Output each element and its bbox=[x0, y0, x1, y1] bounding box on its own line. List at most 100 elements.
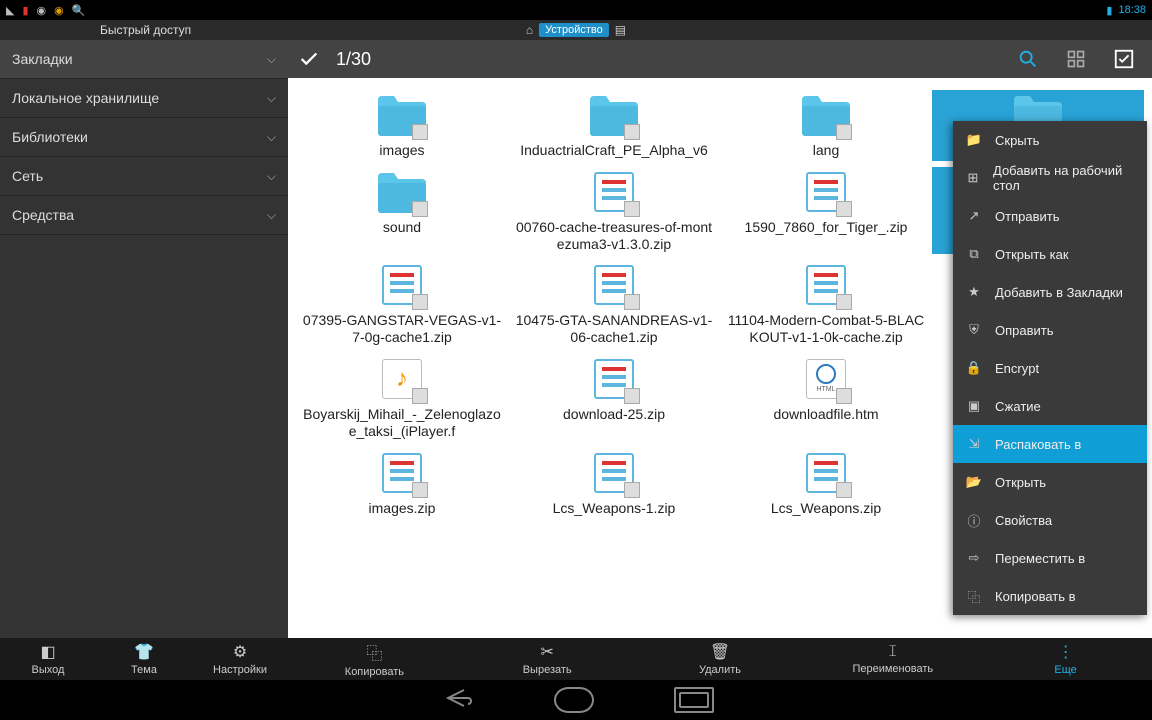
compress-icon: ▣ bbox=[965, 397, 983, 415]
ctx-star[interactable]: ★Добавить в Закладки bbox=[953, 273, 1147, 311]
ctx-folder-open[interactable]: 📂Открыть bbox=[953, 463, 1147, 501]
file-item[interactable]: ♪Boyarskij_Mihail_-_Zelenoglazoe_taksi_(… bbox=[296, 354, 508, 442]
sidebar: Закладки⌵ Локальное хранилище⌵ Библиотек… bbox=[0, 40, 288, 638]
exit-icon: ◧ bbox=[40, 642, 55, 662]
open-ext-icon: ⧉ bbox=[965, 245, 983, 263]
nav-home-button[interactable] bbox=[554, 687, 594, 713]
file-item[interactable]: 00760-cache-treasures-of-montezuma3-v1.3… bbox=[508, 167, 720, 255]
card-icon[interactable]: ▤ bbox=[615, 23, 626, 37]
ctx-folder[interactable]: 📁Скрыть bbox=[953, 121, 1147, 159]
ctx-info[interactable]: ⓘСвойства bbox=[953, 501, 1147, 539]
ctx-copy-to[interactable]: ⿻Копировать в bbox=[953, 577, 1147, 615]
copy-icon: ⿻ bbox=[366, 640, 382, 664]
bottom-exit-button[interactable]: ◧Выход bbox=[0, 638, 96, 680]
android-nav-bar bbox=[0, 680, 1152, 720]
chevron-down-icon: ⌵ bbox=[267, 91, 276, 106]
file-item[interactable]: HTMLdownloadfile.htm bbox=[720, 354, 932, 442]
file-item[interactable]: 07395-GANGSTAR-VEGAS-v1-7-0g-cache1.zip bbox=[296, 260, 508, 348]
nav-back-button[interactable] bbox=[438, 686, 474, 715]
file-label: 1590_7860_for_Tiger_.zip bbox=[745, 219, 908, 236]
file-item[interactable]: 10475-GTA-SANANDREAS-v1-06-cache1.zip bbox=[508, 260, 720, 348]
cut-icon: ✂ bbox=[540, 642, 553, 662]
bottom-toolbar: ◧Выход👕Тема⚙Настройки ⿻Копировать✂Выреза… bbox=[0, 638, 1152, 680]
nav-recent-button[interactable] bbox=[674, 687, 714, 713]
ctx-shield[interactable]: ⛨Оправить bbox=[953, 311, 1147, 349]
ctx-lock[interactable]: 🔒Encrypt bbox=[953, 349, 1147, 387]
share-icon: ↗ bbox=[965, 207, 983, 225]
bottom-copy-button[interactable]: ⿻Копировать bbox=[288, 638, 461, 680]
file-label: InduactrialCraft_PE_Alpha_v6 bbox=[520, 142, 708, 159]
chevron-down-icon: ⌵ bbox=[267, 208, 276, 223]
folder-icon: 📁 bbox=[965, 131, 983, 149]
file-label: images.zip bbox=[369, 500, 436, 517]
file-label: sound bbox=[383, 219, 421, 236]
ctx-compress[interactable]: ▣Сжатие bbox=[953, 387, 1147, 425]
chevron-down-icon: ⌵ bbox=[267, 52, 276, 67]
bottom-dots-button[interactable]: ⋮Еще bbox=[979, 638, 1152, 680]
file-label: Boyarskij_Mihail_-_Zelenoglazoe_taksi_(i… bbox=[302, 406, 502, 440]
file-item[interactable]: images bbox=[296, 90, 508, 161]
file-label: downloadfile.htm bbox=[773, 406, 878, 423]
search-icon: 🔍 bbox=[72, 4, 86, 17]
bottom-theme-button[interactable]: 👕Тема bbox=[96, 638, 192, 680]
home-icon[interactable]: ⌂ bbox=[526, 23, 533, 37]
select-all-icon[interactable] bbox=[1112, 47, 1136, 71]
file-label: 11104-Modern-Combat-5-BLACKOUT-v1-1-0k-c… bbox=[726, 312, 926, 346]
file-label: 07395-GANGSTAR-VEGAS-v1-7-0g-cache1.zip bbox=[302, 312, 502, 346]
file-item[interactable]: images.zip bbox=[296, 448, 508, 519]
android-status-bar: ◣ ▮ ◉ ◉ 🔍 ▮ 18:38 bbox=[0, 0, 1152, 20]
bottom-cut-button[interactable]: ✂Вырезать bbox=[461, 638, 634, 680]
file-label: 10475-GTA-SANANDREAS-v1-06-cache1.zip bbox=[514, 312, 714, 346]
done-icon[interactable] bbox=[296, 46, 322, 72]
info-icon: ⓘ bbox=[965, 511, 983, 529]
copy-to-icon: ⿻ bbox=[965, 587, 983, 605]
ctx-move[interactable]: ⇨Переместить в bbox=[953, 539, 1147, 577]
extract-icon: ⇲ bbox=[965, 435, 983, 453]
file-label: lang bbox=[813, 142, 839, 159]
ctx-open-ext[interactable]: ⧉Открыть как bbox=[953, 235, 1147, 273]
ctx-share[interactable]: ↗Отправить bbox=[953, 197, 1147, 235]
context-menu: 📁Скрыть⊞Добавить на рабочий стол↗Отправи… bbox=[953, 121, 1147, 615]
sidebar-item-local[interactable]: Локальное хранилище⌵ bbox=[0, 79, 288, 118]
sidebar-item-tools[interactable]: Средства⌵ bbox=[0, 196, 288, 235]
file-label: 00760-cache-treasures-of-montezuma3-v1.3… bbox=[514, 219, 714, 253]
file-item[interactable]: lang bbox=[720, 90, 932, 161]
ctx-plus-box[interactable]: ⊞Добавить на рабочий стол bbox=[953, 159, 1147, 197]
view-icon[interactable] bbox=[1064, 47, 1088, 71]
cursor-icon: 𝙸 bbox=[887, 643, 898, 661]
chevron-down-icon: ⌵ bbox=[267, 130, 276, 145]
selection-counter: 1/30 bbox=[336, 49, 371, 70]
file-item[interactable]: 11104-Modern-Combat-5-BLACKOUT-v1-1-0k-c… bbox=[720, 260, 932, 348]
quick-access-bar: Быстрый доступ ⌂ Устройство ▤ bbox=[0, 20, 1152, 40]
file-label: Lcs_Weapons-1.zip bbox=[553, 500, 676, 517]
file-item[interactable]: InduactrialCraft_PE_Alpha_v6 bbox=[508, 90, 720, 161]
sidebar-item-libraries[interactable]: Библиотеки⌵ bbox=[0, 118, 288, 157]
theme-icon: 👕 bbox=[134, 642, 154, 662]
camera-icon-2: ◉ bbox=[54, 4, 64, 17]
file-item[interactable]: Lcs_Weapons.zip bbox=[720, 448, 932, 519]
location-badge[interactable]: Устройство bbox=[539, 23, 609, 37]
signal-icon: ▮ bbox=[1106, 4, 1112, 17]
status-icon: ◣ bbox=[6, 4, 14, 17]
camera-icon: ◉ bbox=[37, 4, 47, 17]
dots-icon: ⋮ bbox=[1058, 642, 1074, 662]
file-item[interactable]: download-25.zip bbox=[508, 354, 720, 442]
bottom-trash-button[interactable]: 🗑Удалить bbox=[634, 638, 807, 680]
bottom-gear-button[interactable]: ⚙Настройки bbox=[192, 638, 288, 680]
battery-icon: ▮ bbox=[22, 4, 28, 17]
sidebar-item-bookmarks[interactable]: Закладки⌵ bbox=[0, 40, 288, 79]
gear-icon: ⚙ bbox=[233, 642, 247, 662]
chevron-down-icon: ⌵ bbox=[267, 169, 276, 184]
file-item[interactable]: Lcs_Weapons-1.zip bbox=[508, 448, 720, 519]
file-item[interactable]: sound bbox=[296, 167, 508, 255]
trash-icon: 🗑 bbox=[710, 642, 730, 662]
ctx-extract[interactable]: ⇲Распаковать в bbox=[953, 425, 1147, 463]
lock-icon: 🔒 bbox=[965, 359, 983, 377]
bottom-cursor-button[interactable]: 𝙸Переименовать bbox=[806, 638, 979, 680]
search-icon[interactable] bbox=[1016, 47, 1040, 71]
file-label: images bbox=[379, 142, 424, 159]
folder-open-icon: 📂 bbox=[965, 473, 983, 491]
file-item[interactable]: 1590_7860_for_Tiger_.zip bbox=[720, 167, 932, 255]
sidebar-item-network[interactable]: Сеть⌵ bbox=[0, 157, 288, 196]
clock: 18:38 bbox=[1118, 4, 1146, 16]
